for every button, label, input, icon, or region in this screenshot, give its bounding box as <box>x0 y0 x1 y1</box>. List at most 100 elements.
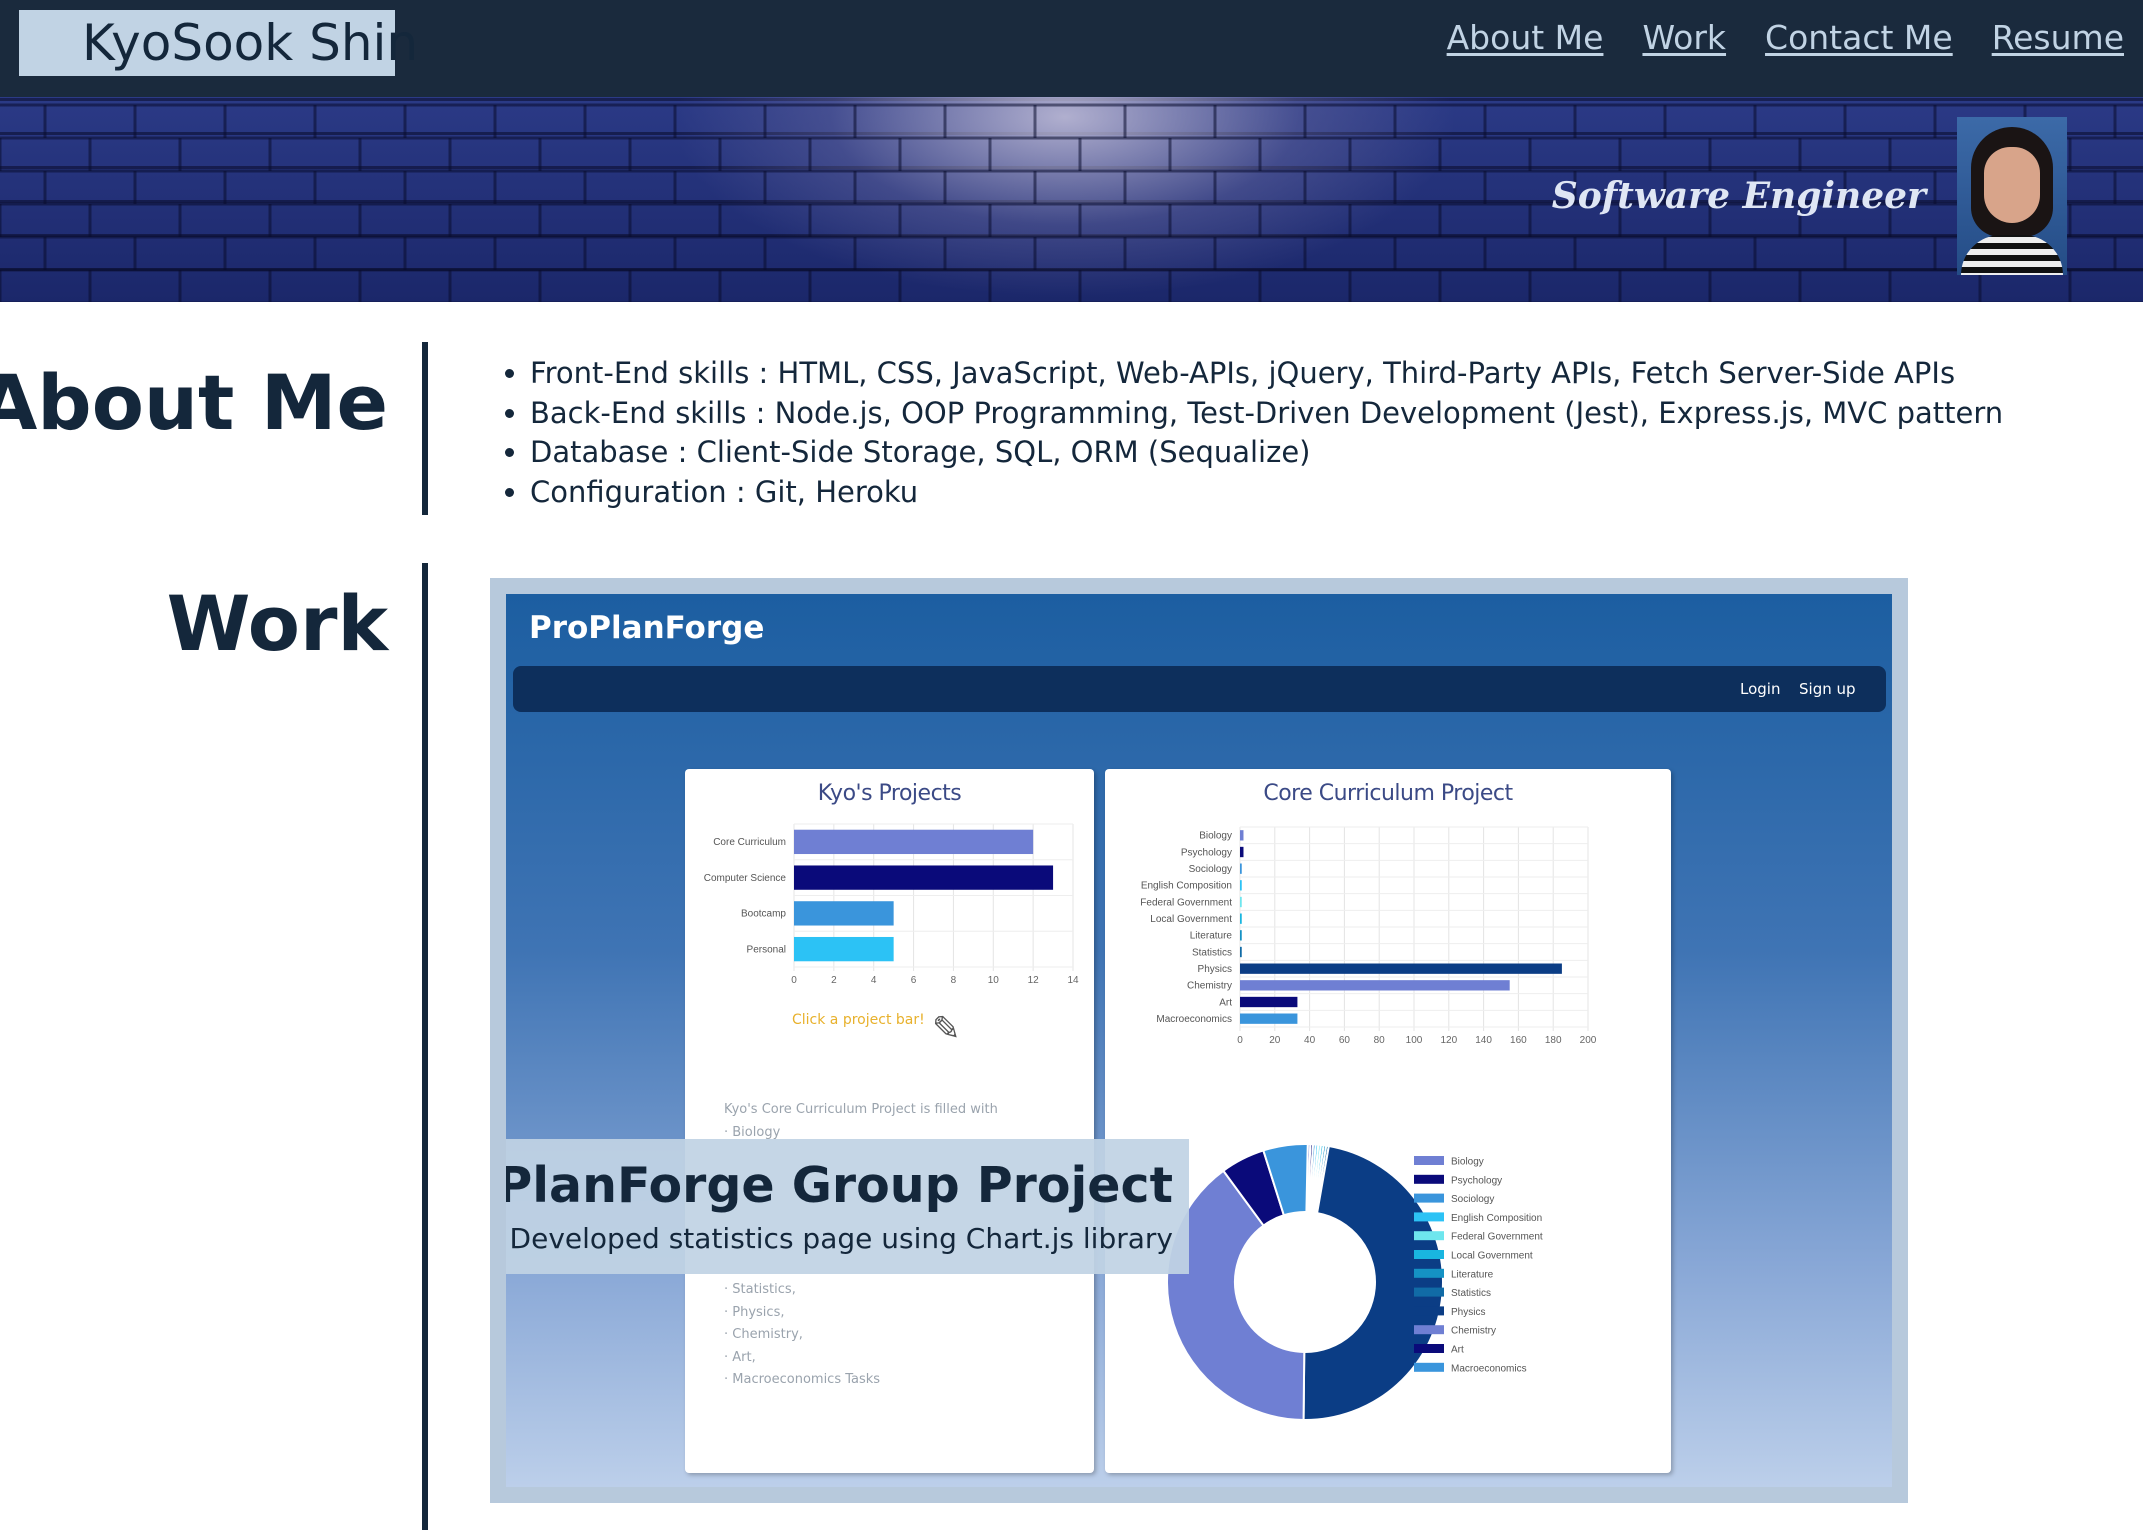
legend-label: Physics <box>1451 1307 1485 1318</box>
x-tick-label: 120 <box>1440 1035 1457 1046</box>
site-brand[interactable]: KyoSook Shin <box>19 10 418 76</box>
skill-item: Back-End skills : Node.js, OOP Programmi… <box>530 394 2003 434</box>
x-tick-label: 180 <box>1545 1035 1562 1046</box>
nav-link-contact[interactable]: Contact Me <box>1765 18 1953 57</box>
bar[interactable] <box>1240 830 1244 841</box>
x-tick-label: 2 <box>831 975 837 986</box>
chart-hint: Click a project bar! <box>792 1012 925 1028</box>
x-tick-label: 80 <box>1374 1035 1386 1046</box>
legend-label: Statistics <box>1451 1288 1491 1299</box>
bar[interactable] <box>794 829 1034 855</box>
legend-label: Chemistry <box>1451 1326 1496 1337</box>
x-tick-label: 10 <box>988 975 1000 986</box>
x-tick-label: 6 <box>911 975 917 986</box>
x-tick-label: 0 <box>791 975 797 986</box>
y-tick-label: Core Curriculum <box>713 837 786 848</box>
skills-list: Front-End skills : HTML, CSS, JavaScript… <box>490 354 2003 512</box>
mascot-icon: ✎ <box>932 1009 961 1049</box>
legend-label: Biology <box>1451 1157 1484 1168</box>
project-title: ProPlanForge Group Project <box>506 1157 1173 1214</box>
bar[interactable] <box>794 865 1054 890</box>
work-heading: Work <box>166 579 388 668</box>
curriculum-bar-chart: 0 20 40 60 80 100 120 140 160 180 200 Biology Psycho… <box>1140 826 1597 1046</box>
bar[interactable] <box>1240 946 1242 958</box>
projects-bar-chart: 0 2 4 6 8 10 12 14 Core Curriculum Computer Scien… <box>704 823 1079 986</box>
project-subtitle: Developed statistics page using Chart.js… <box>509 1222 1173 1255</box>
x-tick-label: 12 <box>1028 975 1040 986</box>
nav-link-resume[interactable]: Resume <box>1992 18 2124 57</box>
bar[interactable] <box>1240 980 1510 991</box>
legend-swatch <box>1414 1231 1444 1241</box>
x-tick-label: 60 <box>1339 1035 1351 1046</box>
nav-link-work[interactable]: Work <box>1642 18 1726 57</box>
bar[interactable] <box>1240 880 1242 891</box>
bar[interactable] <box>1240 846 1244 858</box>
skill-item: Configuration : Git, Heroku <box>530 473 2003 513</box>
list-item: · Physics, <box>724 1304 785 1320</box>
y-tick-label: English Composition <box>1141 881 1232 892</box>
app-navbar: Login Sign up <box>513 666 1886 712</box>
legend-swatch <box>1414 1193 1444 1203</box>
bar[interactable] <box>794 936 894 962</box>
profile-photo <box>1957 117 2067 275</box>
y-tick-label: Computer Science <box>704 873 787 884</box>
bar[interactable] <box>794 901 894 926</box>
bar[interactable] <box>1240 896 1242 908</box>
y-tick-label: Local Government <box>1150 914 1232 925</box>
x-tick-label: 8 <box>951 975 957 986</box>
list-item: · Chemistry, <box>724 1327 803 1342</box>
about-divider <box>422 342 428 515</box>
x-tick-label: 100 <box>1406 1035 1423 1046</box>
hero-tagline: Software Engineer <box>1551 175 1926 217</box>
legend-label: Psychology <box>1451 1175 1502 1186</box>
list-heading: Kyo's Core Curriculum Project is filled … <box>724 1102 998 1117</box>
bar[interactable] <box>1240 913 1242 924</box>
x-tick-label: 140 <box>1475 1035 1492 1046</box>
y-tick-label: Personal <box>747 944 786 955</box>
legend-label: Federal Government <box>1451 1232 1543 1243</box>
legend-label: English Composition <box>1451 1213 1542 1224</box>
app-title: ProPlanForge <box>529 610 765 646</box>
bar[interactable] <box>1240 930 1242 941</box>
list-item: · Art, <box>724 1349 756 1365</box>
legend-swatch <box>1414 1325 1444 1335</box>
nav-link-about[interactable]: About Me <box>1447 18 1604 57</box>
project-caption: ProPlanForge Group Project Developed sta… <box>506 1139 1189 1274</box>
x-tick-label: 20 <box>1269 1035 1281 1046</box>
y-tick-label: Art <box>1219 997 1232 1008</box>
legend-swatch <box>1414 1174 1444 1184</box>
legend-label: Local Government <box>1451 1251 1533 1262</box>
bar[interactable] <box>1240 963 1562 974</box>
skill-item: Front-End skills : HTML, CSS, JavaScript… <box>530 354 2003 394</box>
list-item: · Statistics, <box>724 1282 796 1297</box>
legend-swatch <box>1414 1306 1444 1316</box>
curriculum-doughnut-chart: Biology Psychology Sociology English Compos… <box>1166 1143 1543 1422</box>
bar[interactable] <box>1240 996 1298 1008</box>
legend-label: Art <box>1451 1345 1464 1356</box>
doughnut-slice[interactable] <box>1302 1144 1444 1421</box>
legend-swatch <box>1414 1362 1444 1372</box>
y-tick-label: Federal Government <box>1140 897 1232 908</box>
x-tick-label: 40 <box>1304 1035 1316 1046</box>
legend-swatch <box>1414 1268 1444 1278</box>
bar[interactable] <box>1240 1013 1298 1024</box>
app-login-link: Login <box>1740 680 1781 698</box>
bar[interactable] <box>1240 863 1242 874</box>
y-tick-label: Physics <box>1198 964 1232 975</box>
y-tick-label: Psychology <box>1181 847 1232 858</box>
legend-swatch <box>1414 1250 1444 1259</box>
y-tick-label: Macroeconomics <box>1156 1014 1232 1025</box>
about-heading: About Me <box>0 358 388 447</box>
y-tick-label: Sociology <box>1189 864 1232 875</box>
y-tick-label: Chemistry <box>1187 981 1232 992</box>
curriculum-panel: Core Curriculum Project 0 20 40 60 80 100 120 1… <box>1105 769 1671 1473</box>
legend-label: Macroeconomics <box>1451 1363 1527 1374</box>
legend-label: Sociology <box>1451 1194 1494 1205</box>
project-card[interactable]: ProPlanForge Login Sign up Kyo's Project… <box>490 578 1908 1503</box>
legend-swatch <box>1414 1344 1444 1353</box>
work-divider <box>422 563 428 1530</box>
y-tick-label: Bootcamp <box>741 909 786 920</box>
project-screenshot[interactable]: ProPlanForge Login Sign up Kyo's Project… <box>506 594 1892 1487</box>
y-tick-label: Literature <box>1190 931 1233 942</box>
x-tick-label: 0 <box>1237 1035 1243 1046</box>
